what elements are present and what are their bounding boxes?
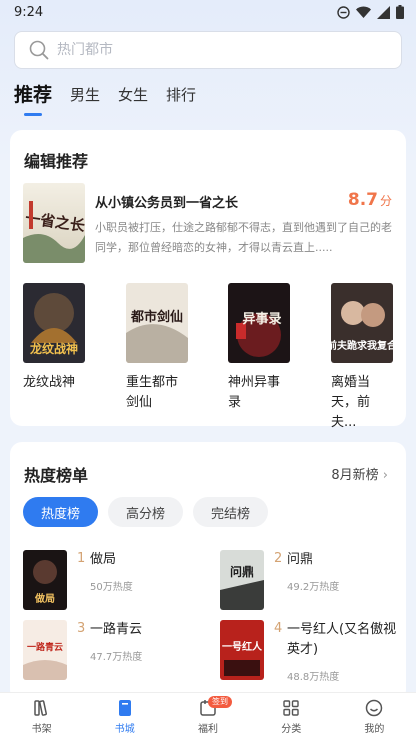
score-unit: 分 [379, 194, 392, 208]
rank-book-name: 做局 [90, 552, 117, 567]
bookshelf-icon [33, 699, 47, 716]
featured-book-desc: 小职员被打压，仕途之路郁郁不得志，直到他遇到了自己的老同学，那位曾经暗恋的女神，… [95, 221, 392, 254]
grid-icon [283, 699, 299, 716]
featured-book-score: 8.7 分 [348, 190, 392, 210]
rank-item[interactable]: 问鼎 2 问鼎 49.2万热度 [220, 550, 410, 614]
book-cover-title: 前夫跪求我复合 [331, 339, 393, 352]
rank-book-name: 问鼎 [287, 552, 314, 567]
chip-score[interactable]: 高分榜 [108, 497, 184, 527]
book-item[interactable]: 龙纹战神 龙纹战神 [23, 283, 93, 393]
more-label: 8月新榜 [331, 468, 379, 483]
section-title-editor: 编辑推荐 [24, 152, 89, 171]
nav-label: 书城 [114, 723, 135, 735]
nav-profile[interactable]: 我的 [333, 693, 416, 739]
wifi-icon [356, 6, 371, 18]
signal-icon [377, 5, 390, 19]
rank-item[interactable]: 做局 1 做局 50万热度 [23, 550, 213, 614]
chip-hot[interactable]: 热度榜 [23, 497, 99, 527]
bookstore-icon [118, 699, 131, 716]
nav-label: 福利 [198, 723, 218, 735]
book-item[interactable]: 都市剑仙 重生都市剑仙 [126, 283, 196, 413]
nav-label: 书架 [31, 723, 52, 735]
rank-cover: 问鼎 [220, 550, 264, 610]
book-name: 神州异事录 [228, 375, 281, 410]
rank-item[interactable]: 一路青云 3 一路青云 47.7万热度 [23, 620, 213, 684]
status-bar: 9:24 [0, 0, 416, 24]
search-input[interactable] [57, 42, 357, 58]
book-cover-title: 龙纹战神 [30, 341, 78, 356]
status-time: 9:24 [14, 4, 44, 20]
status-icons [337, 5, 404, 19]
book-name: 离婚当天，前夫... [331, 375, 371, 430]
rank-cover-title: 一路青云 [27, 641, 63, 653]
tab-male[interactable]: 男生 [70, 82, 100, 108]
chip-finished[interactable]: 完结榜 [193, 497, 269, 527]
nav-bookstore[interactable]: 书城 [83, 693, 166, 739]
book-name: 龙纹战神 [23, 375, 76, 390]
rank-cover: 一号红人 [220, 620, 264, 680]
editor-recommend-card: 编辑推荐 一省之长 从小镇公务员到一省之长 8.7 分 小职员被打压，仕途之路郁郁… [10, 130, 406, 430]
search-icon [29, 40, 49, 60]
nav-label: 分类 [281, 723, 302, 735]
ranking-chips: 热度榜 高分榜 完结榜 [23, 497, 269, 527]
rank-number: 1 [77, 551, 86, 566]
tab-ranking[interactable]: 排行 [166, 82, 196, 108]
book-cover: 都市剑仙 [126, 283, 188, 363]
book-cover-title: 异事录 [242, 311, 281, 327]
rank-book-name: 一路青云 [90, 622, 143, 637]
book-item[interactable]: 异事录 神州异事录 [228, 283, 298, 413]
featured-book-cover[interactable]: 一省之长 [23, 183, 85, 263]
search-bar[interactable] [14, 31, 402, 69]
rank-heat: 50万热度 [90, 582, 133, 593]
nav-label: 我的 [364, 723, 385, 735]
tab-recommend[interactable]: 推荐 [14, 82, 52, 116]
rank-cover-title: 问鼎 [230, 564, 254, 579]
rank-heat: 47.7万热度 [90, 652, 143, 663]
hot-list-card: 热度榜单 8月新榜 › 热度榜 高分榜 完结榜 做局 1 做局 50万热度 问鼎… [10, 442, 406, 702]
book-cover: 前夫跪求我复合 [331, 283, 393, 363]
rank-heat: 48.8万热度 [287, 672, 340, 683]
featured-book-title[interactable]: 从小镇公务员到一省之长 [95, 192, 238, 211]
rank-heat: 49.2万热度 [287, 582, 340, 593]
tab-female[interactable]: 女生 [118, 82, 148, 108]
rank-cover-title: 一号红人 [222, 640, 263, 653]
rank-book-name: 一号红人(又名傲视英才) [287, 622, 397, 657]
more-link[interactable]: 8月新榜 › [331, 464, 388, 483]
checkin-badge: 签到 [208, 696, 232, 708]
profile-icon [366, 699, 383, 716]
book-cover: 异事录 [228, 283, 290, 363]
nav-category[interactable]: 分类 [250, 693, 333, 739]
book-cover-title: 都市剑仙 [130, 309, 183, 325]
score-value: 8.7 [347, 190, 378, 210]
book-item[interactable]: 前夫跪求我复合 离婚当天，前夫... [331, 283, 401, 433]
book-cover: 龙纹战神 [23, 283, 85, 363]
nav-welfare[interactable]: 签到 福利 [166, 693, 249, 739]
rank-cover-title: 做局 [34, 592, 55, 605]
nav-bookshelf[interactable]: 书架 [0, 693, 83, 739]
rank-number: 2 [274, 551, 283, 566]
rank-number: 3 [77, 621, 86, 636]
rank-item[interactable]: 一号红人 4 一号红人(又名傲视英才) 48.8万热度 [220, 620, 410, 684]
bottom-nav: 书架 书城 签到 福利 分类 我的 [0, 692, 416, 739]
rank-cover: 一路青云 [23, 620, 67, 680]
book-name: 重生都市剑仙 [126, 375, 179, 410]
battery-icon [396, 5, 404, 19]
rank-cover: 做局 [23, 550, 67, 610]
dnd-icon [337, 5, 350, 19]
section-title-hot: 热度榜单 [24, 466, 89, 485]
category-tabs: 推荐 男生 女生 排行 [14, 82, 196, 116]
chevron-right-icon: › [382, 468, 388, 483]
rank-number: 4 [274, 621, 283, 636]
